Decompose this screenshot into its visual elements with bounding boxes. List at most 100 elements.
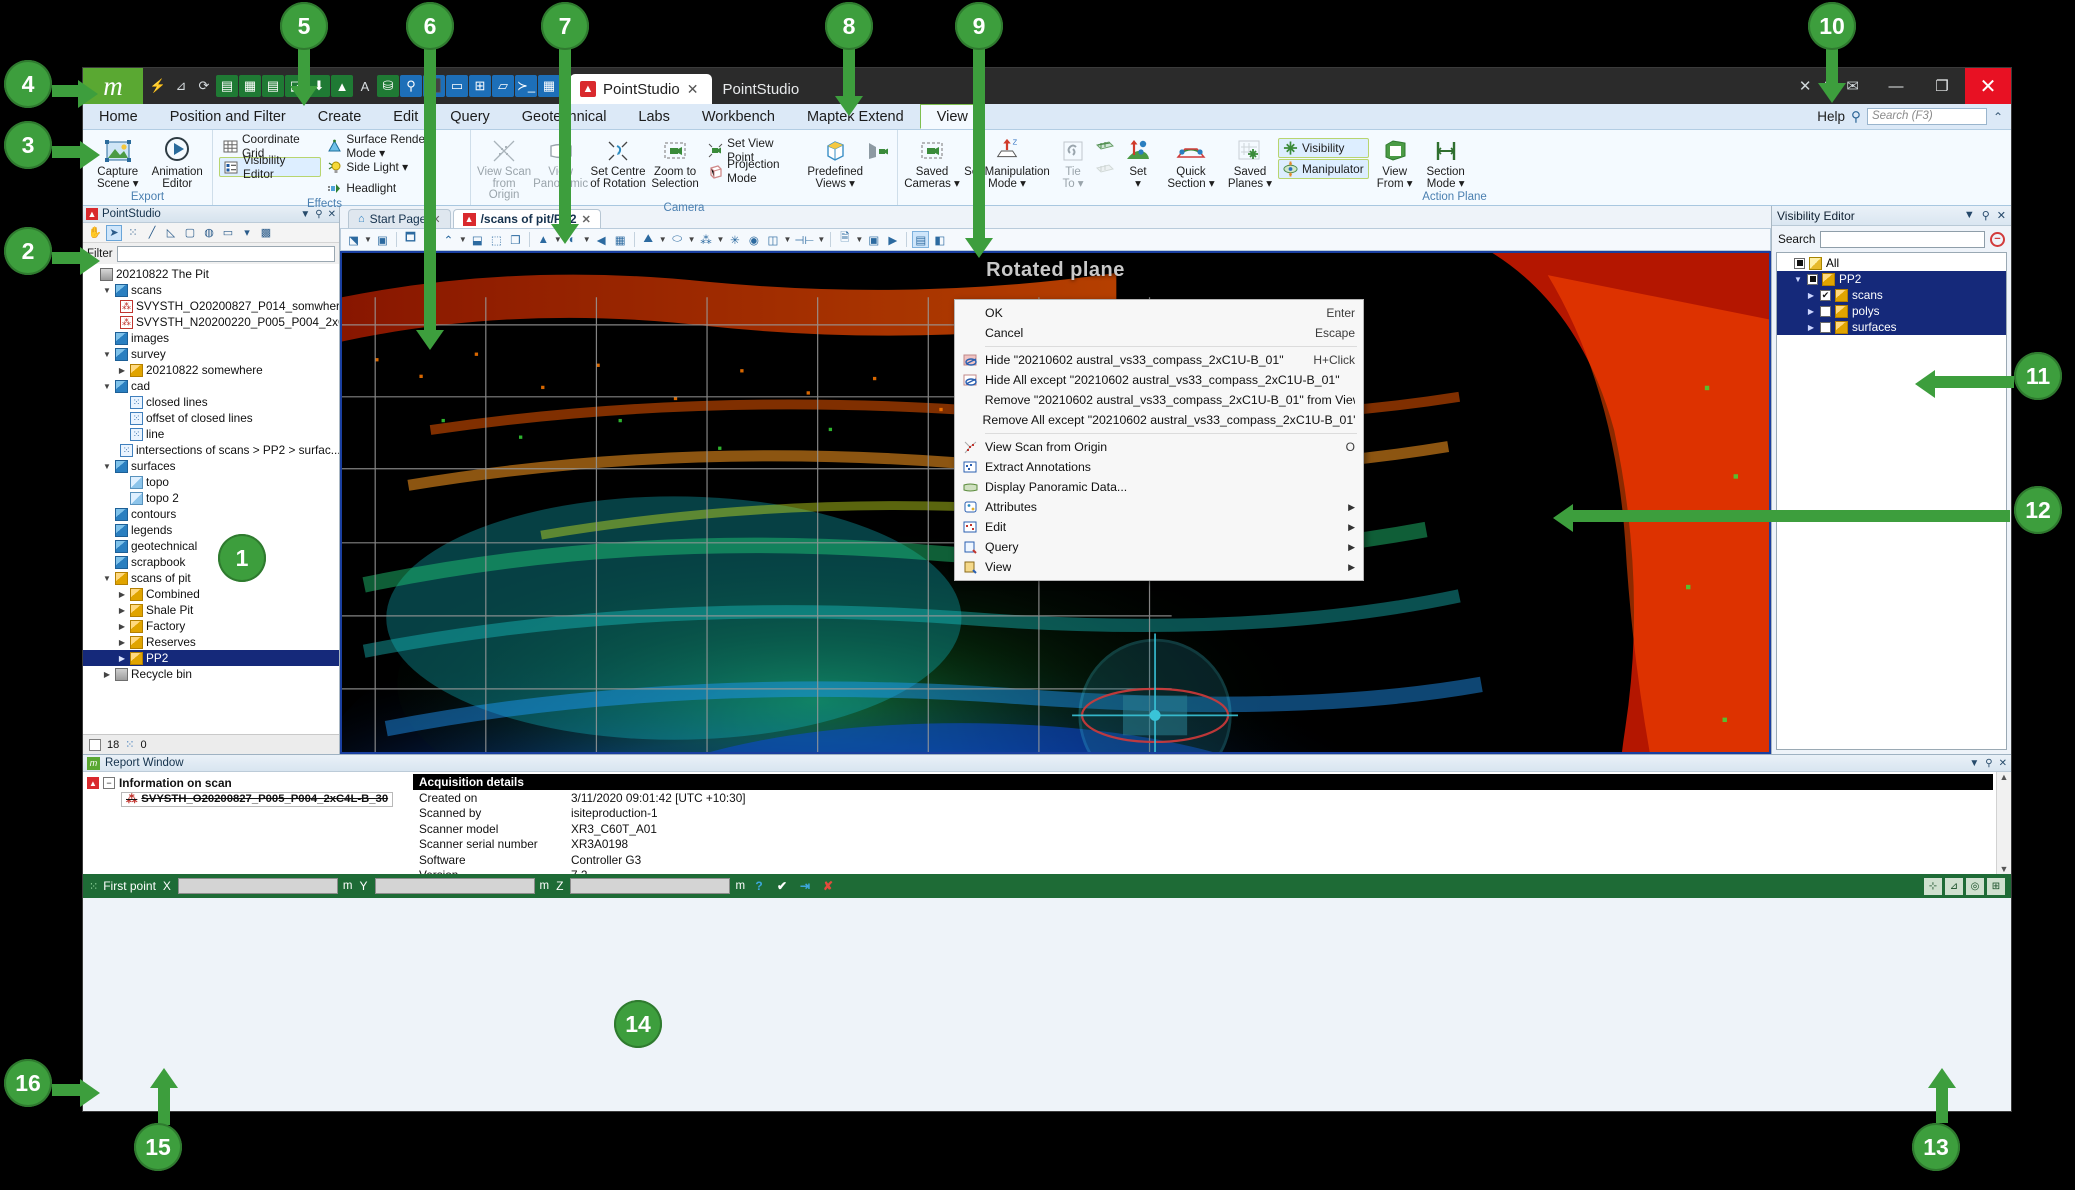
tree-expand-icon[interactable]: ▶ xyxy=(117,590,127,599)
dropdown-caret-icon[interactable]: ▼ xyxy=(817,235,825,244)
tree-expand-icon[interactable]: ▶ xyxy=(117,622,127,631)
dropdown-icon[interactable]: ▼ xyxy=(300,209,310,220)
visibility-row-all[interactable]: All xyxy=(1777,255,2006,271)
visibility-row-polys[interactable]: ▶ polys xyxy=(1777,303,2006,319)
next-button[interactable]: ⇥ xyxy=(796,877,815,895)
saved-cameras-button[interactable]: Saved Cameras ▾ xyxy=(904,134,960,190)
page-icon[interactable]: ▭ xyxy=(446,75,468,97)
clear-selection-icon[interactable]: ▩ xyxy=(258,225,274,241)
close-button[interactable]: ✕ xyxy=(1965,68,2011,104)
close-icon[interactable]: ✕ xyxy=(1997,209,2006,222)
help-button[interactable]: ? xyxy=(750,877,769,895)
pin-icon[interactable]: ⚲ xyxy=(1982,209,1990,222)
z-input[interactable] xyxy=(570,878,731,894)
snap-settings-icon[interactable]: ◎ xyxy=(1966,877,1984,895)
manipulator-icon[interactable]: ◉ xyxy=(745,231,762,248)
section-mode-icon[interactable]: ⊣⊢ xyxy=(793,231,815,248)
context-menu-item-view[interactable]: View ▶ xyxy=(955,557,1363,577)
headlight-icon[interactable]: ◀ xyxy=(593,231,610,248)
collapse-ribbon-icon[interactable]: ⌃ xyxy=(1993,110,2003,124)
action-plane-grid-icon[interactable] xyxy=(1094,138,1116,160)
tree-item-recycle-bin[interactable]: ▶ Recycle bin xyxy=(83,666,339,682)
context-menu-item-remove-20210602-austral-vs33-compass-2xc[interactable]: Remove "20210602 austral_vs33_compass_2x… xyxy=(955,390,1363,410)
close-icon[interactable]: ✕ xyxy=(1999,758,2007,769)
camera-extra-button[interactable] xyxy=(865,134,891,166)
text-icon[interactable]: A xyxy=(354,75,376,97)
pin-icon[interactable]: ⚲ xyxy=(1985,758,1992,769)
view-cube-icon[interactable]: ⬔ xyxy=(345,231,362,248)
visibility-checkbox[interactable]: ✔ xyxy=(1820,289,1831,301)
camera-frame-icon[interactable]: ▣ xyxy=(374,231,391,248)
view-from-button[interactable]: View From ▾ xyxy=(1371,134,1419,190)
set-action-plane-icon[interactable]: ⛰ xyxy=(640,231,657,248)
export-pdf-icon[interactable]: 🗎 xyxy=(836,231,853,248)
visibility-toggle-button[interactable]: Visibility xyxy=(1278,138,1369,158)
headlight-button[interactable]: Headlight xyxy=(323,178,464,198)
windows-icon[interactable]: ⊞ xyxy=(469,75,491,97)
tree-expand-icon[interactable]: ▶ xyxy=(117,654,127,663)
tie-to-button[interactable]: Tie To ▾ xyxy=(1054,134,1092,190)
table-icon[interactable]: ▦ xyxy=(239,75,261,97)
visibility-checkbox[interactable] xyxy=(1820,305,1831,317)
report-tree[interactable]: ▲ − Information on scan ⁂ SVYSTH_O202008… xyxy=(83,772,413,874)
visibility-row-surfaces[interactable]: ▶ surfaces xyxy=(1777,319,2006,335)
set-action-plane-button[interactable]: Set ▾ xyxy=(1118,134,1158,190)
report-tree-child[interactable]: ⁂ SVYSTH_O20200827_P005_P004_2xC4L-B_30 xyxy=(87,791,409,807)
tree-item-scans[interactable]: ▼ scans xyxy=(83,282,339,298)
y-input[interactable] xyxy=(374,878,535,894)
tree-item-20210822-the-pit[interactable]: 20210822 The Pit xyxy=(83,266,339,282)
quick-section-icon[interactable]: ⬭ xyxy=(669,231,686,248)
clear-search-icon[interactable]: − xyxy=(1990,231,2005,247)
visibility-checkbox[interactable] xyxy=(1794,257,1805,269)
ribbon-tab-query[interactable]: Query xyxy=(434,104,506,129)
ribbon-tab-position-and-filter[interactable]: Position and Filter xyxy=(154,104,302,129)
ribbon-tab-labs[interactable]: Labs xyxy=(622,104,685,129)
tree-item-topo-2[interactable]: topo 2 xyxy=(83,490,339,506)
collapse-toggle-icon[interactable]: − xyxy=(103,777,115,789)
close-tab-icon[interactable]: ✕ xyxy=(687,81,699,98)
tree-item-intersections-of-scans-pp2-surfac[interactable]: ⁙ intersections of scans > PP2 > surfac..… xyxy=(83,442,339,458)
view-scan-from-origin-button[interactable]: View Scan from Origin xyxy=(477,134,531,202)
help-label[interactable]: Help xyxy=(1817,109,1845,124)
report-tree-root[interactable]: ▲ − Information on scan xyxy=(87,775,409,791)
context-menu-item-hide-all-except-20210602-austral-vs33-co[interactable]: Hide All except "20210602 austral_vs33_c… xyxy=(955,370,1363,390)
report-scrollbar[interactable]: ▲ ▼ xyxy=(1996,772,2011,874)
select-polygon-icon[interactable]: ◺ xyxy=(163,225,179,241)
tree-item-shale-pit[interactable]: ▶ Shale Pit xyxy=(83,602,339,618)
tree-expand-icon[interactable]: ▶ xyxy=(117,638,127,647)
select-points-icon[interactable]: ⁙ xyxy=(125,225,141,241)
measure-icon[interactable]: ⊿ xyxy=(170,75,192,97)
tree-item-reserves[interactable]: ▶ Reserves xyxy=(83,634,339,650)
view-from-icon[interactable]: ◫ xyxy=(764,231,781,248)
tree-item-contours[interactable]: contours xyxy=(83,506,339,522)
capture-scene-icon[interactable]: ▣ xyxy=(865,231,882,248)
document-tab-0[interactable]: ▲ PointStudio ✕ xyxy=(570,74,713,104)
filter-input[interactable] xyxy=(116,245,335,262)
snap-to-edges-icon[interactable]: ⊿ xyxy=(1945,877,1963,895)
visibility-checkbox[interactable] xyxy=(1807,273,1818,285)
dropdown-caret-icon[interactable]: ▼ xyxy=(583,235,591,244)
action-plane-grid-dim-icon[interactable] xyxy=(1094,161,1116,183)
scroll-down-icon[interactable]: ▼ xyxy=(2000,864,2009,874)
tree-collapse-icon[interactable]: ▼ xyxy=(1793,275,1803,284)
calculator-icon[interactable]: ▦ xyxy=(538,75,560,97)
manipulator-toggle-button[interactable]: Manipulator xyxy=(1278,159,1369,179)
context-menu-item-query[interactable]: Query ▶ xyxy=(955,537,1363,557)
restore-button[interactable]: ❐ xyxy=(1919,68,1965,104)
network-disconnected-icon[interactable]: ✕ xyxy=(1799,77,1812,95)
tree-item-survey[interactable]: ▼ survey xyxy=(83,346,339,362)
surface-render-mode-button[interactable]: Surface Render Mode ▾ xyxy=(323,132,464,160)
select-window-icon[interactable]: ▭ xyxy=(220,225,236,241)
context-menu-item-ok[interactable]: OK Enter xyxy=(955,303,1363,323)
tree-expand-icon[interactable]: ▶ xyxy=(102,670,112,679)
visibility-editor-icon[interactable]: ▤ xyxy=(912,231,930,248)
side-light-button[interactable]: Side Light ▾ xyxy=(323,157,464,177)
set-view-point-icon[interactable]: ⬚ xyxy=(488,231,505,248)
dropdown-caret-icon[interactable]: ▼ xyxy=(364,235,372,244)
tree-collapse-icon[interactable]: ▼ xyxy=(102,574,112,583)
ribbon-tab-workbench[interactable]: Workbench xyxy=(686,104,791,129)
dropdown-icon[interactable]: ▼ xyxy=(1969,758,1979,769)
visibility-row-scans[interactable]: ▶ ✔ scans xyxy=(1777,287,2006,303)
scan-context-menu[interactable]: OK Enter Cancel Escape Hide "20210602 austra… xyxy=(954,299,1364,581)
dropdown-caret-icon[interactable]: ▼ xyxy=(459,235,467,244)
